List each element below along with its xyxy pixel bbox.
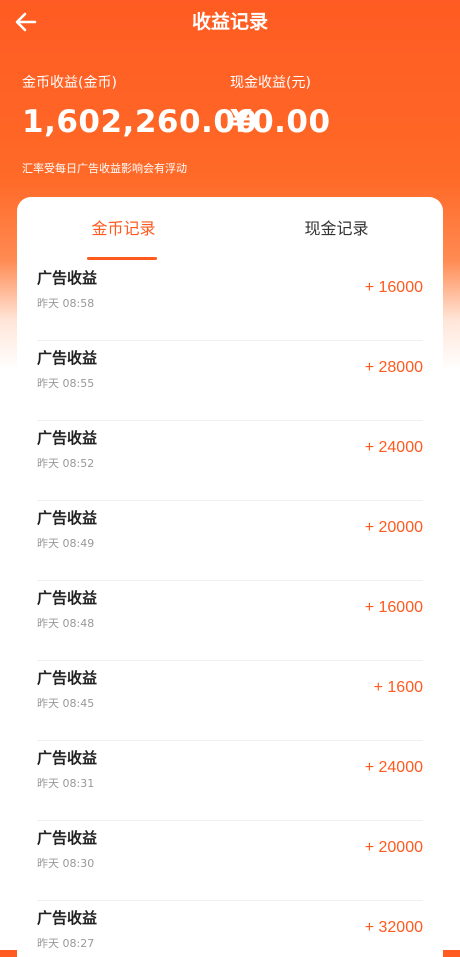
record-name: 广告收益 [37,429,98,447]
record-amount: + 20000 [364,519,423,536]
record-amount: + 20000 [364,839,423,856]
record-name: 广告收益 [37,269,98,287]
record-time: 昨天 08:55 [37,377,95,390]
record-tabs: 金币记录 现金记录 [17,197,443,261]
tab-cash-records[interactable]: 现金记录 [230,197,443,261]
record-time: 昨天 08:45 [37,697,95,710]
list-item[interactable]: 广告收益 昨天 08:30 + 20000 [37,821,423,901]
coin-balance: 金币收益(金币) 1,602,260.00 [22,72,257,140]
page-title: 收益记录 [191,11,268,33]
record-name: 广告收益 [37,909,98,927]
record-time: 昨天 08:49 [37,537,95,550]
record-time: 昨天 08:30 [37,857,95,870]
exchange-rate-note: 汇率受每日广告收益影响会有浮动 [22,162,187,175]
arrow-left-icon [15,12,37,32]
list-item[interactable]: 广告收益 昨天 08:27 + 32000 [37,901,423,957]
list-item[interactable]: 广告收益 昨天 08:48 + 16000 [37,581,423,661]
back-button[interactable] [10,6,42,38]
record-time: 昨天 08:31 [37,777,95,790]
record-name: 广告收益 [37,589,98,607]
record-time: 昨天 08:27 [37,937,95,950]
record-name: 广告收益 [37,749,98,767]
list-item[interactable]: 广告收益 昨天 08:55 + 28000 [37,341,423,421]
coin-balance-value: 1,602,260.00 [22,104,258,140]
record-amount: + 28000 [364,359,423,376]
record-name: 广告收益 [37,829,98,847]
record-list: 广告收益 昨天 08:58 + 16000 广告收益 昨天 08:55 + 28… [17,261,443,957]
list-item[interactable]: 广告收益 昨天 08:49 + 20000 [37,501,423,581]
top-bar: 收益记录 [0,0,460,44]
record-time: 昨天 08:52 [37,457,95,470]
list-item[interactable]: 广告收益 昨天 08:52 + 24000 [37,421,423,501]
tab-coin-records[interactable]: 金币记录 [17,197,230,261]
record-name: 广告收益 [37,669,98,687]
list-item[interactable]: 广告收益 昨天 08:31 + 24000 [37,741,423,821]
record-amount: + 16000 [364,599,423,616]
record-amount: + 1600 [373,679,423,696]
coin-balance-label: 金币收益(金币) [22,75,117,91]
cash-balance-label: 现金收益(元) [230,75,311,91]
record-time: 昨天 08:58 [37,297,95,310]
record-amount: + 16000 [364,279,423,296]
cash-balance-value: ¥0.00 [230,104,331,140]
record-name: 广告收益 [37,509,98,527]
cash-balance: 现金收益(元) ¥0.00 [230,72,331,140]
active-tab-indicator [87,257,157,260]
record-name: 广告收益 [37,349,98,367]
record-amount: + 32000 [364,919,423,936]
record-amount: + 24000 [364,439,423,456]
list-item[interactable]: 广告收益 昨天 08:58 + 16000 [37,261,423,341]
record-time: 昨天 08:48 [37,617,95,630]
records-card: 金币记录 现金记录 广告收益 昨天 08:58 + 16000 广告收益 昨天 … [17,197,443,957]
record-amount: + 24000 [364,759,423,776]
list-item[interactable]: 广告收益 昨天 08:45 + 1600 [37,661,423,741]
